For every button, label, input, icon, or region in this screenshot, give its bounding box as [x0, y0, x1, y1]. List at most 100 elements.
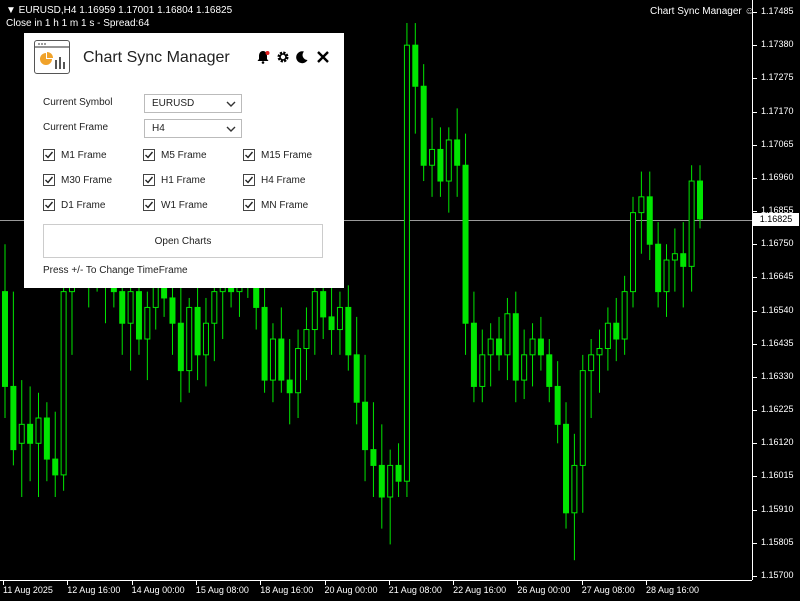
candle: [646, 171, 653, 261]
time-tick-label: 14 Aug 00:00: [131, 585, 185, 595]
price-tick-mark: [753, 542, 757, 544]
time-tick-label: 22 Aug 16:00: [453, 585, 507, 595]
alert-icon[interactable]: [256, 50, 270, 64]
candle: [370, 402, 377, 498]
candle-body: [420, 85, 427, 166]
candle: [52, 411, 59, 498]
candle: [445, 127, 452, 213]
candle-body: [169, 297, 176, 324]
price-tick-label: 1.16120: [761, 437, 794, 448]
chart-symbol-info: ▼ EURUSD,H4 1.16959 1.17001 1.16804 1.16…: [6, 5, 233, 16]
candle-body: [336, 306, 343, 331]
candle-body: [437, 148, 444, 182]
price-tick-label: 1.15805: [761, 536, 794, 547]
candle: [378, 424, 385, 529]
candle-body: [697, 180, 703, 220]
candle-body: [412, 44, 419, 87]
candle: [278, 307, 285, 393]
candle-body: [521, 354, 528, 381]
checkbox-m1[interactable]: [43, 149, 55, 161]
moon-icon[interactable]: [295, 50, 309, 64]
price-tick-label: 1.16015: [761, 470, 794, 481]
checkbox-mn[interactable]: [243, 199, 255, 211]
checkbox-m15-label: M15 Frame: [261, 150, 313, 161]
checkbox-d1[interactable]: [43, 199, 55, 211]
candle-body: [18, 423, 25, 444]
checkbox-h4-label: H4 Frame: [261, 175, 306, 186]
time-axis[interactable]: 11 Aug 2025 12 Aug 16:00 14 Aug 00:00 15 Au…: [0, 580, 752, 601]
close-icon[interactable]: [316, 50, 330, 64]
price-tick-label: 1.17170: [761, 105, 794, 116]
checkbox-m15[interactable]: [243, 149, 255, 161]
gear-icon[interactable]: [276, 50, 290, 64]
checkbox-w1[interactable]: [143, 199, 155, 211]
candle-body: [186, 306, 193, 372]
candle: [144, 291, 151, 381]
candle-body: [328, 316, 335, 331]
price-tick-mark: [753, 144, 757, 146]
candle-body: [194, 306, 201, 356]
candle: [454, 108, 461, 197]
candle-body: [35, 417, 42, 444]
checkbox-h4[interactable]: [243, 174, 255, 186]
candle-body: [303, 329, 310, 350]
candle: [387, 449, 394, 545]
candle-body: [144, 306, 151, 340]
price-tick-label: 1.15700: [761, 570, 794, 580]
checkbox-d1-label: D1 Frame: [61, 200, 106, 211]
price-tick-mark: [753, 211, 757, 213]
candle: [521, 329, 528, 400]
price-tick-mark: [753, 277, 757, 279]
candle-body: [10, 385, 17, 451]
candle-body: [43, 417, 50, 460]
price-tick-mark: [753, 111, 757, 113]
price-tick-mark: [753, 476, 757, 478]
candle: [487, 323, 494, 387]
candle: [546, 339, 553, 403]
checkbox-m30[interactable]: [43, 174, 55, 186]
symbol-select[interactable]: EURUSD: [144, 94, 242, 113]
price-tick-mark: [753, 410, 757, 412]
price-axis[interactable]: 1.17485 1.17380 1.17275 1.17170 1.17065 1.169…: [752, 0, 800, 580]
checkbox-h1[interactable]: [143, 174, 155, 186]
candle: [680, 222, 687, 308]
price-tick-label: 1.16225: [761, 404, 794, 415]
candle: [621, 275, 628, 355]
candle: [18, 380, 25, 498]
candle: [353, 316, 360, 425]
candle-body: [202, 322, 209, 356]
candle: [295, 329, 302, 419]
current-symbol-label: Current Symbol: [43, 97, 113, 108]
time-tick-label: 28 Aug 16:00: [646, 585, 700, 595]
candle: [504, 297, 511, 381]
candle-body: [588, 354, 595, 372]
candle-body: [429, 148, 436, 166]
price-tick-mark: [753, 244, 757, 246]
candle-body: [646, 196, 653, 245]
candle: [554, 361, 561, 444]
candle-body: [261, 306, 268, 381]
candle-body: [127, 291, 134, 324]
candle-body: [395, 464, 402, 482]
candle-body: [655, 243, 662, 293]
candle: [537, 316, 544, 371]
candle: [202, 297, 209, 387]
candle-body: [269, 338, 276, 381]
candle: [588, 339, 595, 419]
candle-body: [345, 306, 352, 356]
price-tick-mark: [753, 78, 757, 80]
candle: [512, 291, 519, 403]
open-charts-button[interactable]: Open Charts: [43, 224, 323, 258]
candle-body: [554, 385, 561, 425]
candle: [638, 171, 645, 254]
price-tick-label: 1.17065: [761, 138, 794, 149]
chart-sync-panel: Chart Sync Manager Current Symbol EURUSD…: [24, 33, 344, 288]
candle-body: [60, 291, 67, 476]
checkbox-m5[interactable]: [143, 149, 155, 161]
candle-body: [638, 196, 645, 214]
candle: [420, 64, 427, 182]
timeframe-select[interactable]: H4: [144, 119, 242, 138]
chart-close-countdown: Close in 1 h 1 m 1 s - Spread:64: [6, 18, 150, 29]
candle-body: [496, 338, 503, 356]
candle: [688, 165, 695, 292]
